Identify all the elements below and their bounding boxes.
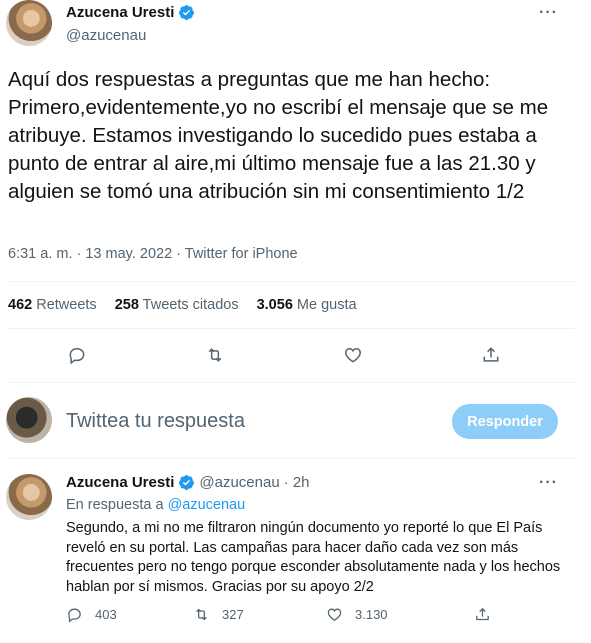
like-icon	[327, 608, 342, 621]
reply-author-avatar[interactable]	[6, 474, 52, 520]
verified-badge-icon	[179, 475, 195, 490]
tweet-timestamp[interactable]: 6:31 a. m. · 13 may. 2022 · Twitter for …	[8, 246, 298, 262]
tweet-stats: 462 Retweets 258 Tweets citados 3.056 Me…	[8, 297, 357, 313]
reply-input[interactable]: Twittea tu respuesta	[66, 410, 245, 433]
reply-text: Segundo, a mi no me filtraron ningún doc…	[66, 520, 561, 595]
tweet-text: Aquí dos respuestas a preguntas que me h…	[8, 68, 549, 203]
retweet-count: 327	[222, 607, 244, 622]
share-icon[interactable]	[478, 342, 504, 368]
in-reply-prefix: En respuesta a	[66, 497, 164, 513]
retweet-icon	[196, 608, 207, 621]
reply-icon[interactable]	[64, 342, 90, 368]
divider	[8, 382, 574, 383]
reply-share-button[interactable]	[474, 606, 491, 623]
reply-time[interactable]: · 2h	[284, 474, 310, 491]
reply-retweet-button[interactable]: 327	[193, 606, 244, 623]
more-icon[interactable]: ···	[539, 474, 558, 492]
reply-button[interactable]: Responder	[452, 404, 558, 439]
reply-author-name[interactable]: Azucena Uresti	[66, 474, 174, 491]
reply-icon	[68, 608, 81, 623]
divider	[8, 281, 574, 282]
reply-actions: 403 327 3.130	[0, 606, 591, 628]
verified-badge-icon	[179, 5, 195, 20]
current-user-avatar[interactable]	[6, 397, 52, 443]
retweets-stat[interactable]: 462 Retweets	[8, 297, 97, 313]
likes-stat[interactable]: 3.056 Me gusta	[257, 297, 357, 313]
reply-author-row[interactable]: Azucena Uresti @azucenau · 2h	[66, 474, 310, 491]
quotes-stat[interactable]: 258 Tweets citados	[115, 297, 239, 313]
author-name-row[interactable]: Azucena Uresti	[66, 4, 195, 21]
tweet-actions	[0, 342, 591, 368]
in-reply-to: En respuesta a @azucenau	[66, 497, 245, 513]
reply-count: 403	[95, 607, 117, 622]
more-icon[interactable]: ···	[539, 4, 558, 22]
author-avatar[interactable]	[6, 0, 52, 46]
retweet-icon[interactable]	[202, 342, 228, 368]
like-count: 3.130	[355, 607, 388, 622]
reply-reply-button[interactable]: 403	[66, 606, 117, 623]
share-icon	[476, 607, 489, 621]
author-handle[interactable]: @azucenau	[66, 27, 146, 44]
divider	[8, 328, 574, 329]
like-icon[interactable]	[340, 342, 366, 368]
in-reply-handle-link[interactable]: @azucenau	[168, 497, 246, 513]
reply-author-handle[interactable]: @azucenau	[199, 474, 279, 491]
reply-like-button[interactable]: 3.130	[326, 606, 388, 623]
divider	[8, 458, 574, 459]
author-name[interactable]: Azucena Uresti	[66, 4, 174, 21]
